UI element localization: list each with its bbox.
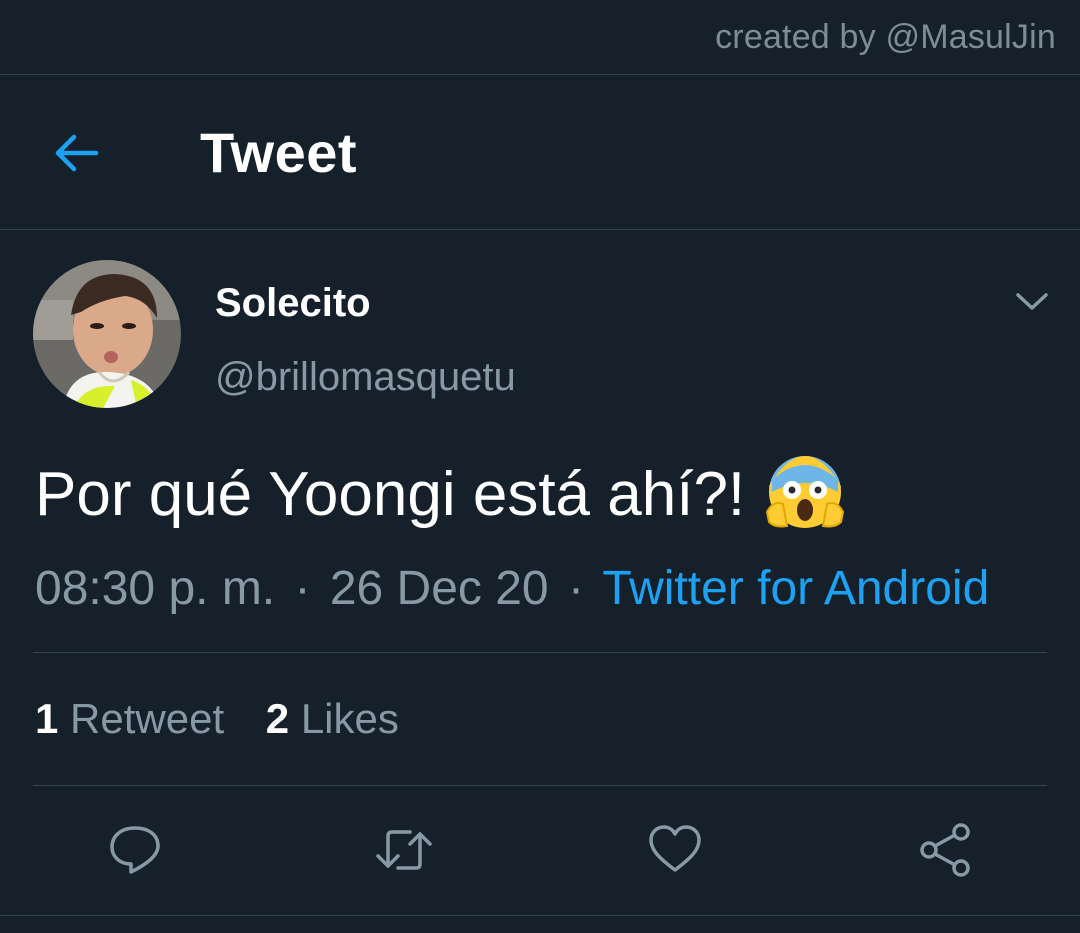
display-name[interactable]: Solecito bbox=[215, 281, 371, 326]
tweet-stats: 1 Retweet 2 Likes bbox=[35, 695, 429, 743]
chevron-down-icon bbox=[1016, 293, 1048, 310]
watermark-credit: created by @MasulJin bbox=[715, 18, 1056, 56]
tweet-text: Por qué Yoongi está ahí?! bbox=[35, 459, 746, 529]
likes-label: Likes bbox=[300, 695, 399, 742]
likes-stat[interactable]: 2 Likes bbox=[266, 695, 399, 743]
heart-icon bbox=[649, 825, 701, 872]
reply-icon bbox=[110, 826, 160, 874]
divider bbox=[0, 229, 1080, 230]
app-header: Tweet bbox=[0, 75, 1080, 229]
reply-button[interactable] bbox=[105, 820, 165, 880]
retweets-stat[interactable]: 1 Retweet bbox=[35, 695, 224, 743]
likes-count: 2 bbox=[265, 695, 290, 742]
meta-separator: · bbox=[294, 562, 311, 615]
tweet-menu-button[interactable] bbox=[1010, 282, 1054, 322]
share-icon bbox=[920, 823, 970, 877]
tweet-date: 26 Dec 20 bbox=[329, 562, 549, 615]
retweets-count: 1 bbox=[35, 695, 59, 742]
divider bbox=[33, 785, 1047, 786]
tweet-meta: 08:30 p. m. · 26 Dec 20 · Twitter for An… bbox=[35, 561, 989, 616]
retweet-icon bbox=[376, 830, 432, 870]
user-handle[interactable]: @brillomasquetu bbox=[215, 355, 516, 400]
arrow-left-icon bbox=[55, 134, 99, 172]
meta-separator: · bbox=[567, 562, 584, 615]
face-screaming-in-fear-icon bbox=[763, 452, 847, 536]
tweet-body: Por qué Yoongi está ahí?! bbox=[35, 452, 847, 536]
tweet-source-link[interactable]: Twitter for Android bbox=[602, 562, 989, 615]
retweets-label: Retweet bbox=[70, 695, 225, 742]
share-button[interactable] bbox=[915, 820, 975, 880]
tweet-time: 08:30 p. m. bbox=[35, 562, 276, 615]
divider bbox=[0, 915, 1080, 916]
retweet-button[interactable] bbox=[374, 820, 434, 880]
avatar-photo bbox=[33, 260, 181, 408]
divider bbox=[33, 652, 1047, 653]
avatar[interactable] bbox=[33, 260, 181, 408]
back-button[interactable] bbox=[48, 125, 104, 181]
like-button[interactable] bbox=[645, 820, 705, 880]
page-title: Tweet bbox=[200, 121, 358, 184]
tweet-actions bbox=[0, 820, 1080, 880]
